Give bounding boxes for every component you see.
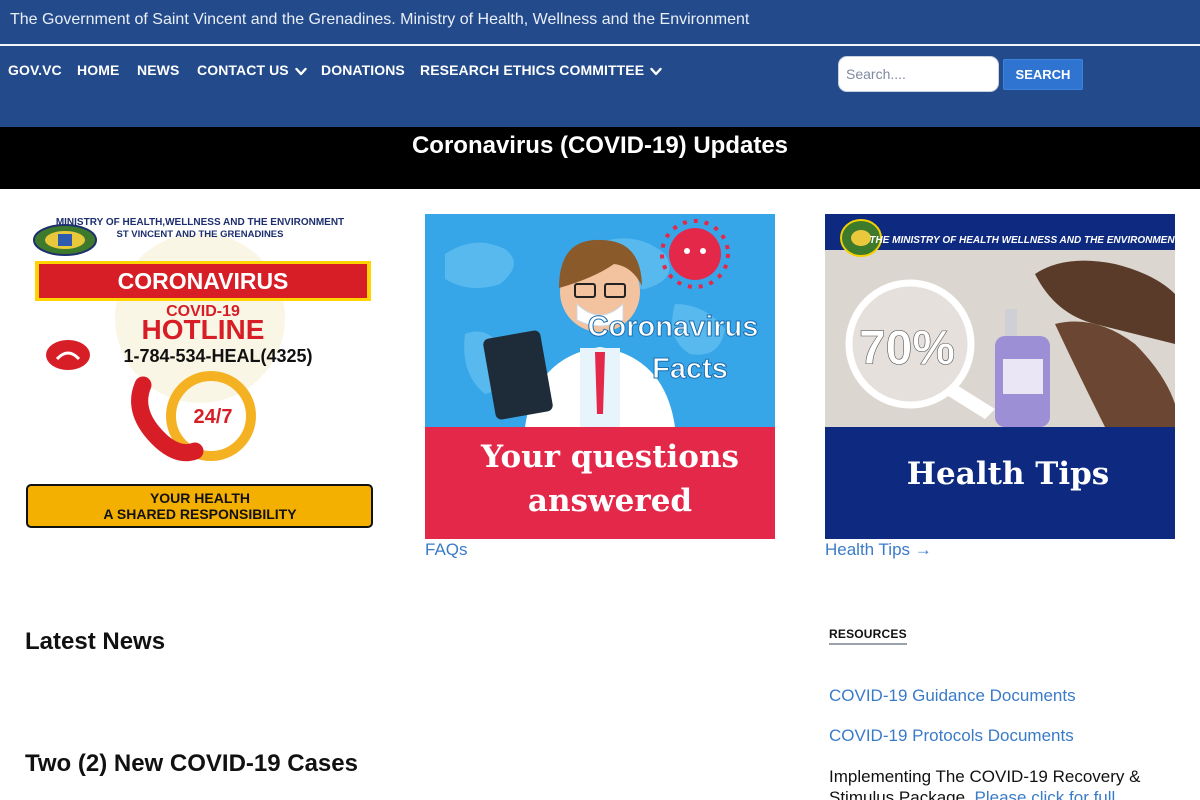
nav-item-donations[interactable]: DONATIONS — [321, 62, 405, 78]
site-title[interactable]: The Government of Saint Vincent and the … — [10, 11, 749, 29]
tips-title: Health Tips — [907, 456, 1110, 492]
nav-item-news[interactable]: NEWS — [137, 62, 179, 78]
chevron-down-icon — [295, 67, 307, 75]
nav-label: GOV.VC — [8, 62, 62, 78]
hotline-phone-number: 1-784-534-HEAL(4325) — [123, 346, 312, 366]
search-button[interactable]: SEARCH — [1003, 59, 1083, 90]
facts-title-line2: Facts — [652, 353, 728, 385]
facts-title-line1: Coronavirus — [588, 311, 759, 343]
hotline-slogan-line2: A SHARED RESPONSIBILITY — [103, 506, 297, 522]
hotline-hours: 24/7 — [194, 406, 233, 428]
facts-answer-line1: Your questions — [480, 439, 739, 475]
site-header: The Government of Saint Vincent and the … — [0, 0, 1200, 44]
main-nav: GOV.VC HOME NEWS CONTACT US DONATIONS RE… — [0, 44, 1200, 127]
latest-news-heading: Latest News — [25, 628, 166, 655]
hotline-ministry-line2: ST VINCENT AND THE GRENADINES — [117, 229, 284, 240]
tips-ministry-text: THE MINISTRY OF HEALTH WELLNESS AND THE … — [869, 235, 1175, 246]
covid-banner: Coronavirus (COVID-19) Updates — [0, 127, 1200, 189]
faqs-card-image[interactable]: Coronavirus Facts Your questions answere… — [425, 214, 775, 539]
resources-heading: RESOURCES — [829, 627, 907, 645]
chevron-down-icon — [650, 67, 662, 75]
faqs-poster: Coronavirus Facts Your questions answere… — [425, 214, 775, 539]
nav-item-contact-us[interactable]: CONTACT US — [197, 62, 307, 78]
hotline-poster: MINISTRY OF HEALTH,WELLNESS AND THE ENVI… — [26, 217, 373, 528]
nav-label: NEWS — [137, 62, 180, 78]
nav-label: RESEARCH ETHICS COMMITTEE — [420, 62, 645, 78]
hotline-card-image[interactable]: MINISTRY OF HEALTH,WELLNESS AND THE ENVI… — [25, 213, 375, 533]
page-title: Coronavirus (COVID-19) Updates — [411, 132, 789, 159]
hotline-ministry-line1: MINISTRY OF HEALTH,WELLNESS AND THE ENVI… — [56, 217, 344, 228]
ministry-seal-icon — [33, 224, 97, 256]
faqs-link[interactable]: FAQs — [425, 540, 468, 560]
nav-item-research-ethics-committee[interactable]: RESEARCH ETHICS COMMITTEE — [420, 62, 662, 78]
nav-label: DONATIONS — [321, 62, 405, 78]
phone-icon — [46, 340, 90, 370]
nav-item-home[interactable]: HOME — [77, 62, 119, 78]
hotline-hotline-text: HOTLINE — [142, 314, 265, 345]
health-tips-poster: THE MINISTRY OF HEALTH WELLNESS AND THE … — [825, 214, 1175, 539]
health-tips-card-image[interactable]: THE MINISTRY OF HEALTH WELLNESS AND THE … — [825, 214, 1175, 539]
nav-label: HOME — [77, 62, 120, 78]
search-input[interactable] — [838, 56, 999, 92]
facts-answer-line2: answered — [528, 483, 692, 519]
hotline-coronavirus-text: CORONAVIRUS — [118, 268, 289, 294]
news-article-title[interactable]: Two (2) New COVID-19 Cases — [25, 750, 358, 778]
nav-label: CONTACT US — [197, 62, 289, 78]
nav-item-gov-vc[interactable]: GOV.VC — [8, 62, 62, 78]
health-tips-link[interactable]: Health Tips → — [825, 540, 932, 560]
resource-link-guidance[interactable]: COVID-19 Guidance Documents — [829, 686, 1076, 706]
recovery-package-text: Implementing The COVID-19 Recovery & Sti… — [829, 766, 1169, 800]
tips-percent: 70% — [859, 322, 955, 375]
resource-link-protocols[interactable]: COVID-19 Protocols Documents — [829, 726, 1074, 746]
hotline-slogan-line1: YOUR HEALTH — [150, 490, 250, 506]
